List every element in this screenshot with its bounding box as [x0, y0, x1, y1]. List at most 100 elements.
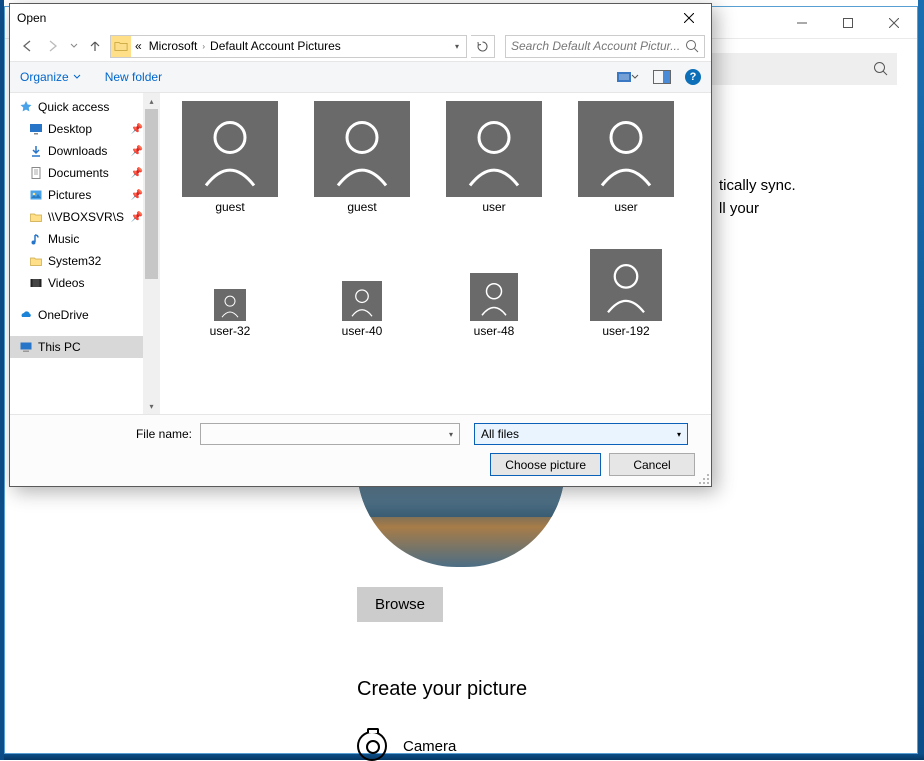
camera-icon	[357, 731, 387, 761]
file-open-dialog: Open « Microsoft › Default Account Pictu…	[9, 3, 712, 487]
cancel-button[interactable]: Cancel	[609, 453, 695, 476]
create-picture-heading: Create your picture	[357, 678, 897, 701]
file-label: guest	[215, 200, 244, 214]
dialog-titlebar[interactable]: Open	[10, 4, 711, 31]
tree-onedrive[interactable]: OneDrive	[10, 304, 143, 326]
tree-scrollbar[interactable]: ▴ ▾	[143, 93, 160, 414]
breadcrumb-overflow[interactable]: «	[131, 36, 146, 57]
breadcrumb-microsoft[interactable]: Microsoft	[146, 36, 201, 57]
star-icon	[18, 99, 34, 115]
desktop-edge	[918, 0, 924, 760]
file-thumbnail	[578, 101, 674, 197]
file-label: guest	[347, 200, 376, 214]
help-icon[interactable]: ?	[685, 69, 701, 85]
minimize-button[interactable]	[779, 7, 825, 38]
music-icon	[28, 231, 44, 247]
tree-pictures[interactable]: Pictures 📌	[10, 184, 143, 206]
file-item[interactable]: user-32	[176, 226, 284, 338]
dialog-close-button[interactable]	[667, 4, 711, 31]
navigation-tree: Quick access Desktop 📌 Downloads 📌 Docum…	[10, 93, 160, 414]
view-mode-button[interactable]	[613, 66, 643, 88]
folder-icon	[28, 253, 44, 269]
file-label: user	[614, 200, 637, 214]
this-pc-icon	[18, 339, 34, 355]
new-folder-button[interactable]: New folder	[105, 70, 162, 84]
nav-back-button[interactable]	[16, 35, 38, 57]
search-placeholder: Search Default Account Pictur...	[511, 39, 682, 53]
dialog-title: Open	[17, 11, 667, 25]
resize-grip[interactable]	[697, 472, 709, 484]
file-item[interactable]: user	[440, 101, 548, 214]
file-item[interactable]: user-192	[572, 226, 680, 338]
tree-quick-access[interactable]: Quick access	[10, 96, 143, 118]
documents-icon	[28, 165, 44, 181]
onedrive-icon	[18, 307, 34, 323]
preview-pane-button[interactable]	[647, 66, 677, 88]
browse-button[interactable]: Browse	[357, 587, 443, 622]
search-input[interactable]: Search Default Account Pictur...	[505, 35, 705, 58]
scroll-up-arrow[interactable]: ▴	[143, 93, 160, 109]
folder-icon	[28, 209, 44, 225]
file-thumbnail	[182, 101, 278, 197]
file-thumbnail	[446, 101, 542, 197]
file-label: user-32	[210, 324, 251, 338]
address-dropdown[interactable]: ▾	[448, 42, 466, 51]
pin-icon: 📌	[131, 168, 143, 179]
file-thumbnail	[590, 249, 662, 321]
file-item[interactable]: user-48	[440, 226, 548, 338]
close-button[interactable]	[871, 7, 917, 38]
tree-desktop[interactable]: Desktop 📌	[10, 118, 143, 140]
file-item[interactable]: user	[572, 101, 680, 214]
nav-recent-dropdown[interactable]	[68, 35, 80, 57]
settings-search-input[interactable]	[711, 53, 897, 85]
file-thumbnail	[342, 281, 382, 321]
chevron-down-icon[interactable]: ▾	[449, 430, 453, 439]
file-item[interactable]: guest	[308, 101, 416, 214]
camera-label: Camera	[403, 738, 456, 755]
choose-picture-button[interactable]: Choose picture	[490, 453, 601, 476]
filename-input[interactable]: ▾	[200, 423, 460, 445]
tree-documents[interactable]: Documents 📌	[10, 162, 143, 184]
chevron-down-icon	[73, 73, 81, 81]
search-icon	[873, 61, 889, 77]
nav-forward-button[interactable]	[42, 35, 64, 57]
tree-system32[interactable]: System32	[10, 250, 143, 272]
dialog-toolbar: Organize New folder ?	[10, 61, 711, 93]
tree-downloads[interactable]: Downloads 📌	[10, 140, 143, 162]
camera-option[interactable]: Camera	[357, 731, 897, 761]
videos-icon	[28, 275, 44, 291]
search-icon	[685, 39, 699, 53]
tree-music[interactable]: Music	[10, 228, 143, 250]
dialog-footer: File name: ▾ All files ▾ Choose picture …	[10, 414, 711, 486]
scroll-down-arrow[interactable]: ▾	[143, 398, 160, 414]
pin-icon: 📌	[131, 212, 143, 223]
file-thumbnail	[314, 101, 410, 197]
breadcrumb-current[interactable]: Default Account Pictures	[207, 36, 344, 57]
organize-menu[interactable]: Organize	[20, 70, 81, 84]
address-bar[interactable]: « Microsoft › Default Account Pictures ▾	[110, 35, 467, 58]
chevron-right-icon: ›	[200, 42, 207, 51]
pictures-icon	[28, 187, 44, 203]
file-thumbnail	[470, 273, 518, 321]
folder-icon	[111, 35, 131, 58]
navigation-bar: « Microsoft › Default Account Pictures ▾…	[10, 31, 711, 61]
nav-up-button[interactable]	[84, 35, 106, 57]
file-item[interactable]: user-40	[308, 226, 416, 338]
pin-icon: 📌	[131, 190, 143, 201]
maximize-button[interactable]	[825, 7, 871, 38]
file-item[interactable]: guest	[176, 101, 284, 214]
file-label: user-40	[342, 324, 383, 338]
filename-label: File name:	[22, 427, 192, 441]
tree-this-pc[interactable]: This PC	[10, 336, 143, 358]
file-list-pane[interactable]: guest guest user user user-32 user-40 us…	[160, 93, 711, 414]
settings-main-panel: Browse Create your picture Camera	[357, 467, 897, 761]
file-filter-select[interactable]: All files ▾	[474, 423, 688, 445]
refresh-button[interactable]	[471, 35, 495, 58]
pin-icon: 📌	[131, 146, 143, 157]
tree-vbox-share[interactable]: \\VBOXSVR\S 📌	[10, 206, 143, 228]
scroll-thumb[interactable]	[145, 109, 158, 279]
file-label: user	[482, 200, 505, 214]
file-label: user-192	[602, 324, 649, 338]
file-label: user-48	[474, 324, 515, 338]
tree-videos[interactable]: Videos	[10, 272, 143, 294]
